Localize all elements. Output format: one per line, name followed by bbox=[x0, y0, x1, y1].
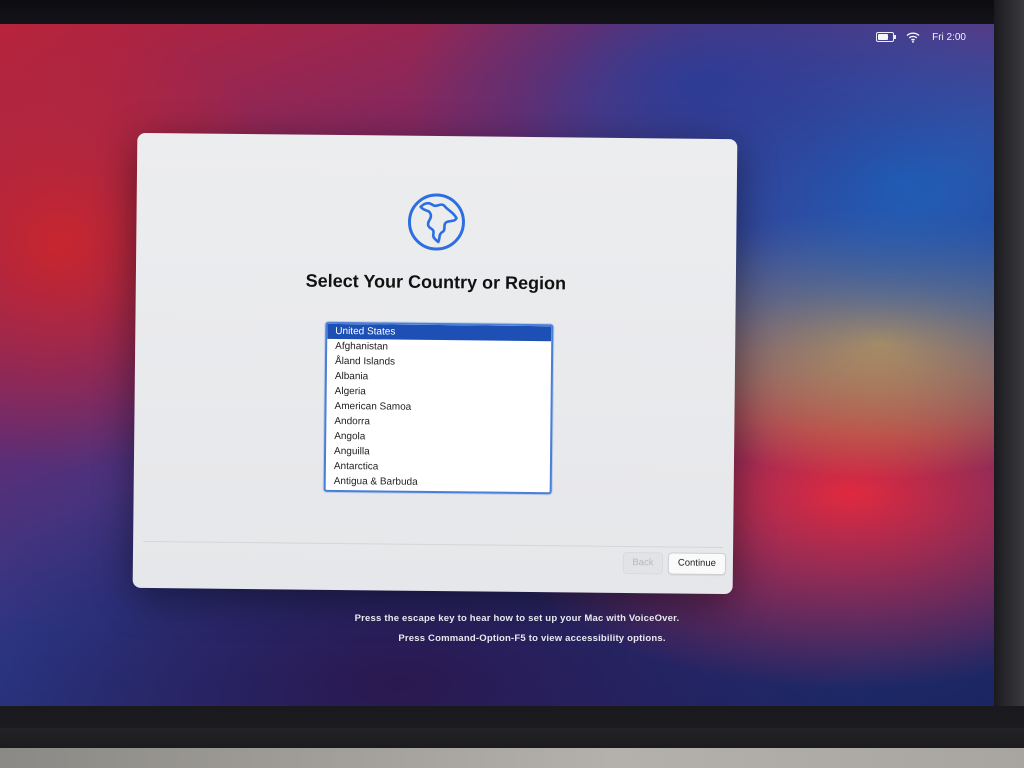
country-listbox[interactable]: United States Afghanistan Åland Islands Alb… bbox=[323, 321, 554, 495]
laptop-hinge bbox=[0, 728, 1024, 750]
setup-assistant-window: Select Your Country or Region United Sta… bbox=[132, 132, 738, 595]
page-title: Select Your Country or Region bbox=[305, 270, 567, 294]
battery-icon[interactable] bbox=[876, 32, 897, 42]
desktop-screen: Fri 2:00 Select Your Country or Region U… bbox=[0, 24, 1004, 710]
menu-bar-clock[interactable]: Fri 2:00 bbox=[932, 32, 966, 43]
desk-surface bbox=[0, 748, 1024, 768]
menu-bar: Fri 2:00 bbox=[876, 28, 966, 46]
wifi-icon[interactable] bbox=[906, 31, 920, 43]
continue-button[interactable]: Continue bbox=[667, 552, 727, 576]
country-list-item[interactable]: Antigua & Barbuda bbox=[326, 474, 550, 491]
voiceover-hint: Press the escape key to hear how to set … bbox=[354, 613, 680, 624]
accessibility-hint: Press Command-Option-F5 to view accessib… bbox=[398, 633, 666, 644]
footer-divider bbox=[143, 540, 724, 549]
screen-bezel-right bbox=[994, 0, 1024, 768]
globe-icon bbox=[407, 193, 465, 251]
back-button[interactable]: Back bbox=[622, 551, 664, 575]
